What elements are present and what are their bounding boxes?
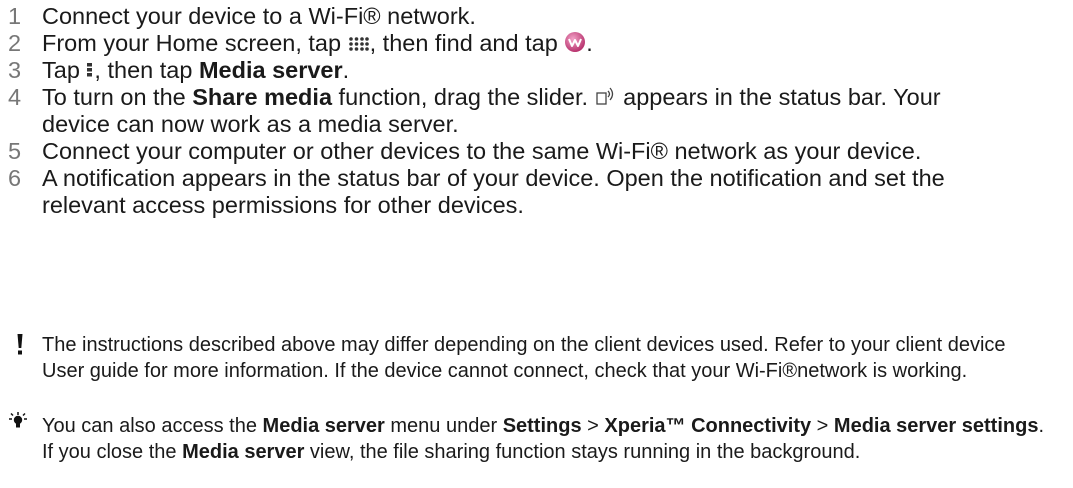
- menu-item-name: Media server: [198, 57, 343, 83]
- tip-text-part: menu under: [384, 415, 503, 437]
- instructions-page: 1 Connect your device to a Wi-Fi® networ…: [0, 0, 1073, 488]
- tip-text-part: You can also access the: [42, 415, 263, 437]
- step-5: 5 Connect your computer or other devices…: [0, 138, 1000, 165]
- share-media-status-icon: [595, 87, 613, 105]
- step-1: 1 Connect your device to a Wi-Fi® networ…: [0, 3, 1000, 30]
- step-6: 6 A notification appears in the status b…: [0, 165, 1000, 219]
- warning-text: The instructions described above may dif…: [42, 334, 1006, 382]
- step-2: 2 From your Home screen, tap , then find…: [0, 30, 1000, 57]
- tip-text-part: view, the file sharing function stays ru…: [304, 441, 861, 463]
- media-player-icon: [565, 32, 586, 52]
- step-number: 5: [8, 138, 22, 164]
- tip-bold-media-server: Media server: [262, 415, 385, 437]
- step-number: 1: [8, 3, 22, 29]
- steps-list: 1 Connect your device to a Wi-Fi® networ…: [0, 3, 1000, 219]
- step-text: From your Home screen, tap: [42, 30, 348, 56]
- step-number: 3: [8, 57, 22, 83]
- tip-bold-media-server-settings: Media server settings: [833, 415, 1039, 437]
- tip-text-part: >: [811, 415, 834, 437]
- step-text: function, drag the slider.: [332, 84, 595, 110]
- step-number: 4: [8, 84, 22, 110]
- step-text: Tap: [42, 57, 87, 83]
- app-grid-icon: [348, 37, 369, 51]
- step-text: , then find and tap: [369, 30, 565, 56]
- tip-bold-connectivity: Xperia™ Connectivity: [604, 415, 812, 437]
- tip-bold-settings: Settings: [502, 415, 582, 437]
- exclamation-icon: [17, 334, 23, 355]
- step-number: 6: [8, 165, 22, 191]
- step-text: , then tap: [94, 57, 199, 83]
- function-name: Share media: [192, 84, 333, 110]
- step-text: .: [342, 57, 350, 83]
- warning-note: The instructions described above may dif…: [0, 332, 1050, 384]
- step-number: 2: [8, 30, 22, 56]
- step-text: Connect your computer or other devices t…: [42, 138, 922, 164]
- tip-note: You can also access the Media server men…: [0, 412, 1050, 465]
- tip-bold-media-server-view: Media server: [182, 441, 305, 463]
- step-text: Connect your device to a Wi-Fi® network.: [42, 3, 476, 29]
- step-text: A notification appears in the status bar…: [42, 165, 945, 218]
- tip-text: You can also access the Media server men…: [0, 413, 1050, 465]
- step-text: To turn on the: [42, 84, 193, 110]
- step-text: .: [586, 30, 593, 56]
- step-4: 4 To turn on the Share media function, d…: [0, 84, 1000, 138]
- lightbulb-icon: [9, 412, 27, 428]
- tip-text-part: >: [581, 415, 605, 437]
- step-3: 3 Tap , then tap Media server.: [0, 57, 1000, 84]
